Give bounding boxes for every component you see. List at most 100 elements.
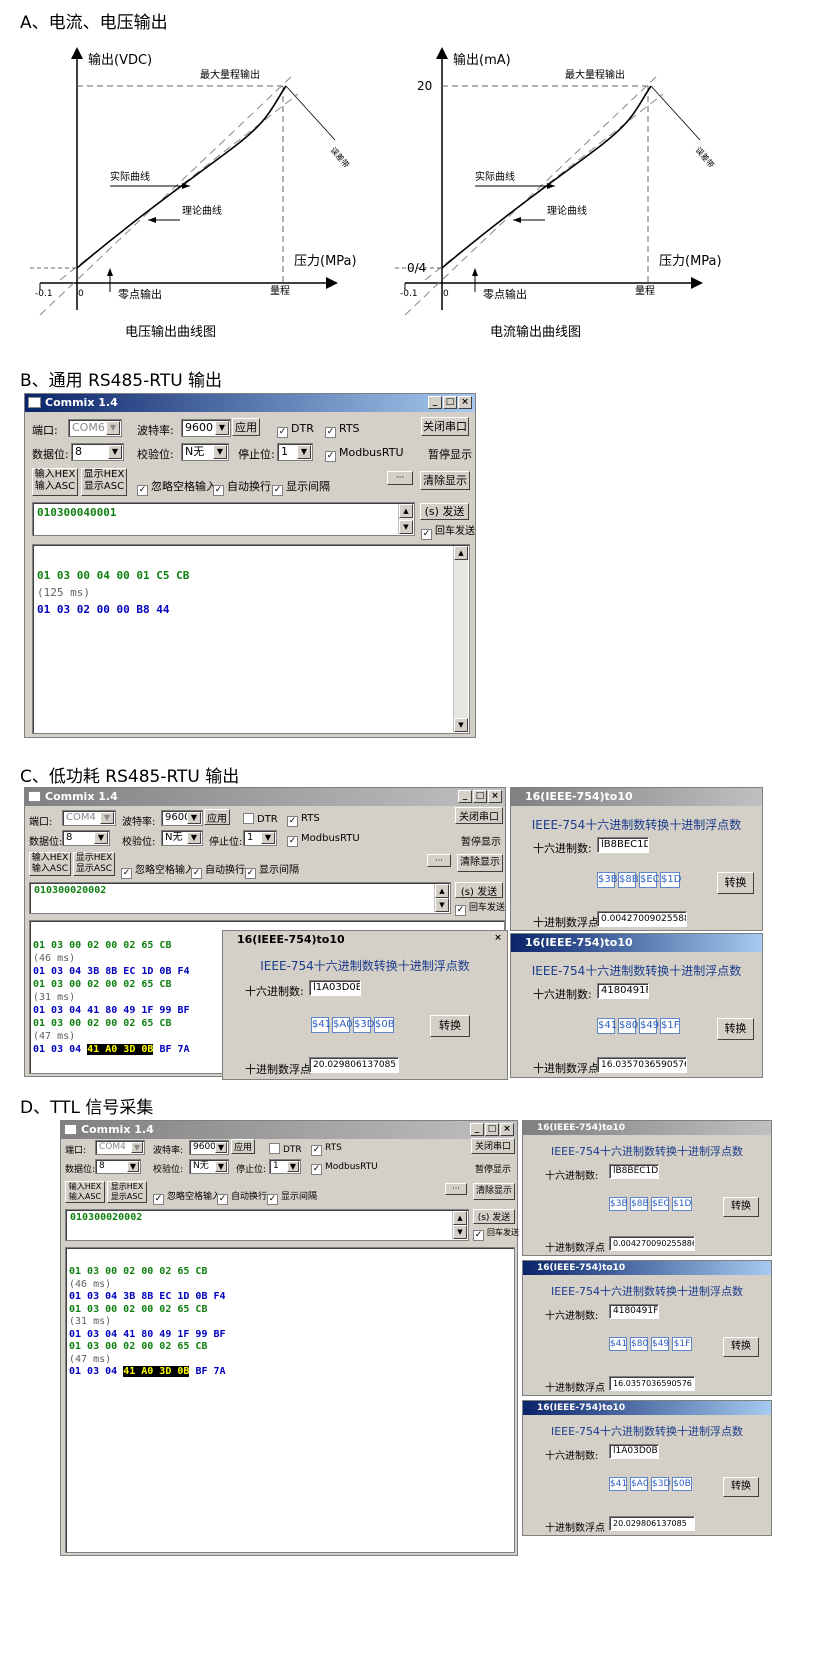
dec-output[interactable]: 20.029806137085	[309, 1057, 399, 1073]
title-bar: 16(IEEE-754)to10	[523, 1261, 771, 1275]
converter-heading: IEEE-754十六进制数转换十进制浮点数	[531, 964, 742, 978]
minimize-button[interactable]: _	[470, 1123, 484, 1136]
ignore-space-checkbox[interactable]: ✓ 忽略空格输入	[137, 478, 217, 496]
baud-select[interactable]: 9600 ▼	[189, 1140, 229, 1155]
input-mode-toggle[interactable]: 输入HEX 输入ASC	[65, 1181, 105, 1203]
enter-send-checkbox[interactable]: ✓ 回车发送	[421, 522, 475, 540]
rts-checkbox[interactable]: ✓ RTS	[311, 1143, 342, 1156]
enter-send-checkbox[interactable]: ✓ 回车发送	[455, 900, 505, 916]
convert-button[interactable]: 转换	[723, 1197, 759, 1217]
send-input[interactable]: 010300040001 ▲ ▼	[32, 502, 415, 536]
more-options-button[interactable]: ···	[445, 1183, 467, 1195]
auto-wrap-checkbox[interactable]: ✓ 自动换行	[217, 1189, 267, 1205]
hex-input[interactable]: 4180491F	[609, 1304, 659, 1319]
converter-heading: IEEE-754十六进制数转换十进制浮点数	[550, 1425, 744, 1438]
hex-input[interactable]: lB8BEC1D	[597, 837, 649, 853]
dec-output[interactable]: 0.0042700902558863	[609, 1236, 695, 1251]
parity-select[interactable]: N无 ▼	[189, 1159, 229, 1174]
convert-button[interactable]: 转换	[717, 872, 754, 894]
hex-input[interactable]: lB8BEC1D	[609, 1164, 659, 1179]
dtr-checkbox[interactable]: DTR	[269, 1143, 302, 1155]
hex-input[interactable]: 4180491F	[597, 983, 649, 999]
clear-display-button[interactable]: 清除显示	[420, 471, 470, 490]
more-options-button[interactable]: ···	[427, 854, 451, 867]
parity-select[interactable]: N无 ▼	[161, 830, 203, 846]
auto-wrap-checkbox[interactable]: ✓ 自动换行	[191, 861, 245, 879]
convert-button[interactable]: 转换	[717, 1018, 754, 1040]
show-interval-checkbox[interactable]: ✓ 显示间隔	[245, 861, 299, 879]
send-input[interactable]: 010300020002 ▲ ▼	[65, 1209, 469, 1241]
stopbits-select[interactable]: 1 ▼	[269, 1159, 301, 1174]
convert-button[interactable]: 转换	[723, 1477, 759, 1497]
dtr-checkbox[interactable]: DTR	[243, 813, 278, 825]
apply-button[interactable]: 应用	[232, 418, 260, 436]
close-port-button[interactable]: 关闭串口	[455, 807, 503, 824]
baud-select[interactable]: 9600 ▼	[181, 419, 231, 437]
databits-select[interactable]: 8 ▼	[95, 1159, 141, 1174]
apply-button[interactable]: 应用	[204, 809, 230, 825]
port-select[interactable]: COM4 ▼	[62, 810, 116, 826]
convert-button[interactable]: 转换	[723, 1337, 759, 1357]
modbus-checkbox[interactable]: ✓ ModbusRTU	[311, 1162, 378, 1175]
byte-box: $3B	[609, 1197, 628, 1211]
apply-button[interactable]: 应用	[231, 1139, 255, 1154]
send-input[interactable]: 010300020002 ▲ ▼	[29, 882, 451, 914]
stopbits-select[interactable]: 1 ▼	[277, 443, 313, 461]
port-select[interactable]: COM6 ▼	[68, 419, 122, 437]
modbus-checkbox[interactable]: ✓ ModbusRTU	[287, 833, 360, 847]
pause-display[interactable]: 暂停显示	[475, 1162, 511, 1175]
byte-box: $49	[651, 1337, 670, 1351]
hex-input[interactable]: l1A03D0B	[609, 1444, 659, 1459]
input-mode-toggle[interactable]: 输入HEX 输入ASC	[32, 468, 78, 496]
pause-display[interactable]: 暂停显示	[428, 446, 472, 462]
display-mode-toggle[interactable]: 显示HEX 显示ASC	[107, 1181, 147, 1203]
dec-output[interactable]: 16.0357036590576	[597, 1057, 687, 1073]
parity-select[interactable]: N无 ▼	[181, 443, 229, 461]
clear-display-button[interactable]: 清除显示	[473, 1183, 515, 1200]
close-port-button[interactable]: 关闭串口	[471, 1138, 515, 1154]
show-interval-checkbox[interactable]: ✓ 显示间隔	[272, 478, 330, 496]
display-mode-toggle[interactable]: 显示HEX 显示ASC	[73, 852, 115, 876]
maximize-button[interactable]: □	[473, 790, 487, 803]
databits-select[interactable]: 8 ▼	[62, 830, 110, 846]
dec-label: 十进制数浮点	[545, 1523, 605, 1534]
close-button[interactable]: ×	[500, 1123, 514, 1136]
hex-input[interactable]: l1A03D0B	[309, 980, 361, 996]
minimize-button[interactable]: _	[458, 790, 472, 803]
baud-select[interactable]: 9600 ▼	[161, 810, 203, 826]
send-button[interactable]: (s) 发送	[455, 882, 503, 898]
close-port-button[interactable]: 关闭串口	[421, 417, 469, 436]
maximize-button[interactable]: □	[485, 1123, 499, 1136]
pause-display[interactable]: 暂停显示	[461, 833, 501, 848]
clear-display-button[interactable]: 清除显示	[457, 854, 503, 872]
ignore-space-checkbox[interactable]: ✓ 忽略空格输入	[153, 1189, 221, 1205]
rts-checkbox[interactable]: ✓ RTS	[325, 422, 360, 438]
send-button[interactable]: (s) 发送	[420, 503, 469, 520]
baud-label: 波特率:	[122, 817, 156, 828]
minimize-button[interactable]: _	[428, 396, 442, 409]
databits-select[interactable]: 8 ▼	[71, 443, 124, 461]
display-mode-toggle[interactable]: 显示HEX 显示ASC	[81, 468, 127, 496]
ieee-converter-window: 16(IEEE-754)to10 IEEE-754十六进制数转换十进制浮点数 十六进…	[522, 1120, 772, 1256]
auto-wrap-checkbox[interactable]: ✓ 自动换行	[213, 478, 271, 496]
dec-output[interactable]: 20.029806137085	[609, 1516, 695, 1531]
maximize-button[interactable]: □	[443, 396, 457, 409]
close-button[interactable]: ×	[491, 933, 505, 946]
close-button[interactable]: ×	[458, 396, 472, 409]
close-button[interactable]: ×	[488, 790, 502, 803]
dtr-checkbox[interactable]: ✓ DTR	[277, 422, 314, 438]
dec-output[interactable]: 0.0042700902558863	[597, 911, 687, 927]
modbus-checkbox[interactable]: ✓ ModbusRTU	[325, 446, 404, 462]
enter-send-checkbox[interactable]: ✓ 回车发送	[473, 1227, 519, 1241]
show-interval-checkbox[interactable]: ✓ 显示间隔	[267, 1189, 317, 1205]
send-button[interactable]: (s) 发送	[473, 1209, 515, 1224]
dec-output[interactable]: 16.0357036590576	[609, 1376, 695, 1391]
port-select[interactable]: COM4 ▼	[95, 1140, 145, 1155]
stopbits-select[interactable]: 1 ▼	[243, 830, 277, 846]
input-mode-toggle[interactable]: 输入HEX 输入ASC	[29, 852, 71, 876]
rts-checkbox[interactable]: ✓ RTS	[287, 813, 320, 827]
more-options-button[interactable]: ···	[387, 471, 413, 485]
converter-heading: IEEE-754十六进制数转换十进制浮点数	[260, 959, 470, 973]
ignore-space-checkbox[interactable]: ✓ 忽略空格输入	[121, 861, 195, 879]
convert-button[interactable]: 转换	[430, 1015, 470, 1037]
